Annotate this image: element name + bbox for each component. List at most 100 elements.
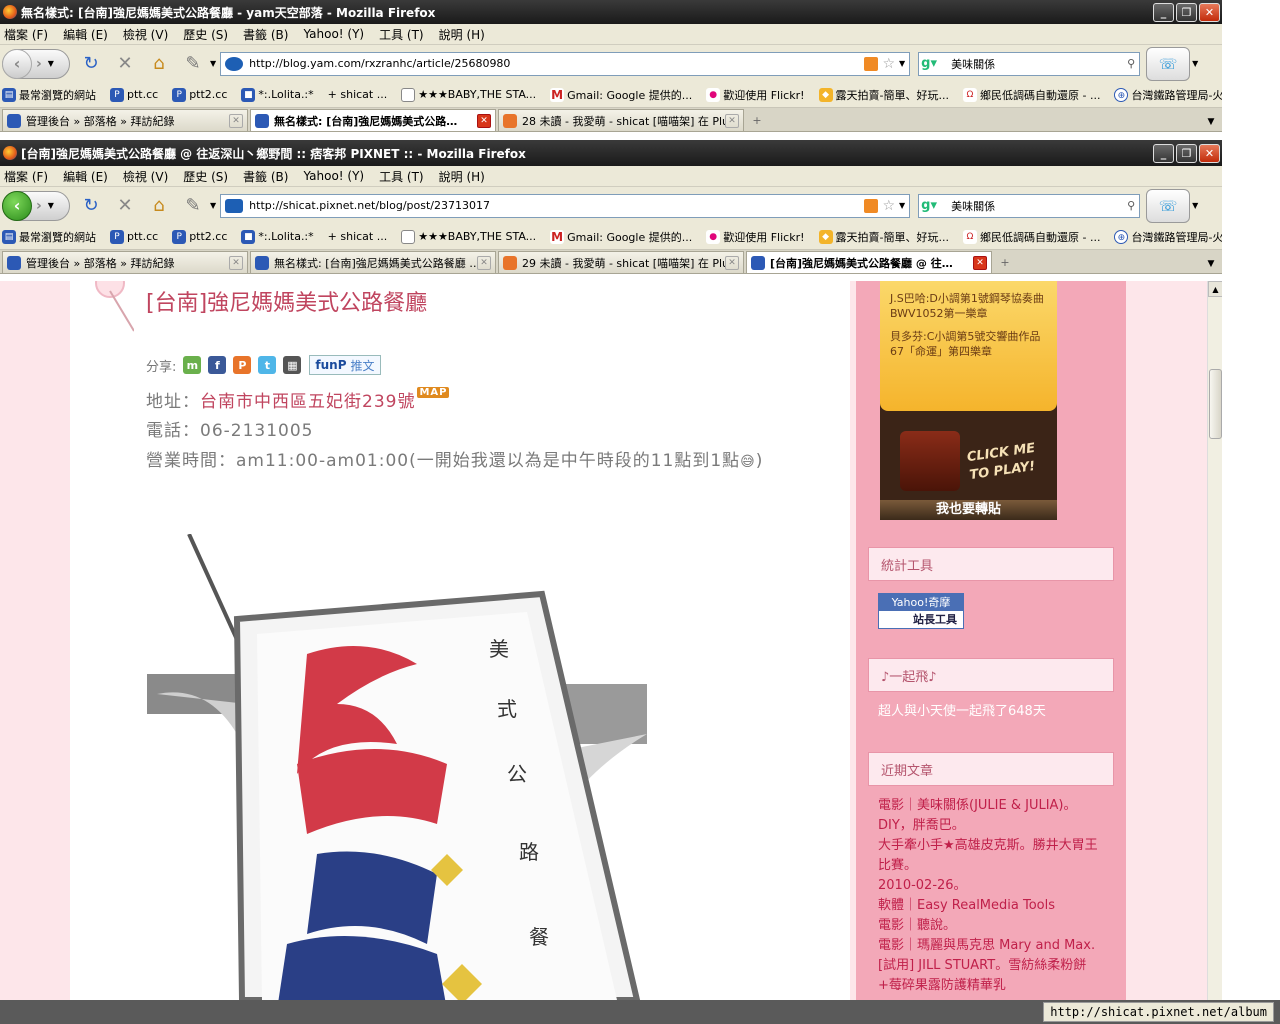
search-magnifier-icon[interactable]: ⚲ — [1127, 199, 1135, 212]
bookmark-star-icon[interactable]: ☆ — [882, 198, 895, 214]
close-window-button[interactable]: ✕ — [1199, 2, 1220, 22]
close-tab-icon[interactable]: ✕ — [973, 255, 987, 270]
bookmark-item[interactable]: Ω 鄉民低調碼自動還原 - ... — [963, 87, 1100, 103]
menu-view[interactable]: 檢視 (V) — [123, 168, 168, 185]
maximize-button[interactable]: ❐ — [1176, 143, 1197, 163]
menu-history[interactable]: 歷史 (S) — [183, 26, 228, 43]
bookmark-item[interactable]: Ω 鄉民低調碼自動還原 - ... — [963, 229, 1100, 245]
yahoo-webmaster-badge[interactable]: Yahoo!奇摩 站長工具 — [878, 593, 964, 629]
tab-admin[interactable]: 管理後台 » 部落格 » 拜訪紀錄 ✕ — [2, 251, 248, 273]
click-to-play-label[interactable]: CLICK ME TO PLAY! — [966, 437, 1059, 485]
forward-button[interactable]: › — [36, 198, 42, 214]
addon-icon[interactable]: ✎ — [179, 192, 207, 220]
rss-icon[interactable] — [864, 198, 879, 213]
menu-file[interactable]: 檔案 (F) — [4, 26, 48, 43]
close-tab-icon[interactable]: ✕ — [229, 255, 243, 270]
skype-button[interactable]: ☏ — [1146, 188, 1191, 223]
bookmark-item[interactable]: ▤ 最常瀏覽的網站 — [2, 229, 96, 245]
facebook-share-icon[interactable]: f — [208, 356, 227, 374]
bookmark-item[interactable]: Pptt2.cc — [172, 229, 227, 244]
menu-tools[interactable]: 工具 (T) — [379, 26, 424, 43]
menu-bookmarks[interactable]: 書籤 (B) — [243, 168, 288, 185]
bookmark-item[interactable]: ◆ 露天拍賣-簡單、好玩... — [818, 87, 949, 103]
bookmark-item[interactable]: ● 歡迎使用 Flickr! — [706, 229, 805, 245]
menu-yahoo[interactable]: Yahoo! (Y) — [303, 27, 364, 41]
maximize-button[interactable]: ❐ — [1176, 2, 1197, 22]
close-tab-icon[interactable]: ✕ — [725, 255, 739, 270]
plurk-share-icon[interactable]: m — [183, 356, 202, 374]
scroll-thumb[interactable] — [1209, 369, 1222, 439]
bookmark-item[interactable]: Pptt.cc — [110, 229, 158, 244]
close-tab-icon[interactable]: ✕ — [477, 255, 491, 270]
close-tab-icon[interactable]: ✕ — [229, 113, 243, 128]
scroll-up-icon[interactable]: ▲ — [1208, 281, 1223, 297]
tab-pixnet-article[interactable]: [台南]強尼媽媽美式公路餐廳 @ 往… ✕ — [746, 251, 992, 273]
bookmark-item[interactable]: + shicat ... — [328, 88, 388, 101]
tab-plurk[interactable]: 29 未讀 - 我愛萌 - shicat [喵喵架] 在 Plu… ✕ — [498, 251, 744, 273]
search-input[interactable]: 美味關係 — [951, 56, 1127, 72]
menu-view[interactable]: 檢視 (V) — [123, 26, 168, 43]
url-dropdown-icon[interactable]: ▼ — [899, 59, 905, 68]
minimize-button[interactable]: _ — [1153, 2, 1174, 22]
recent-post-link[interactable]: 大手牽小手★高雄皮克斯。勝井大胃王比賽。 — [878, 836, 1104, 876]
bookmark-star-icon[interactable]: ☆ — [882, 56, 895, 72]
menu-help[interactable]: 說明 (H) — [439, 168, 485, 185]
url-bar[interactable]: http://blog.yam.com/rxzranhc/article/256… — [220, 51, 911, 76]
tab-yam-article[interactable]: 無名樣式: [台南]強尼媽媽美式公路餐廳 … ✕ — [250, 251, 496, 273]
recent-post-link[interactable]: 電影｜美味關係(JULIE & JULIA)。 — [878, 796, 1104, 816]
search-box[interactable]: g▾ 美味關係 ⚲ — [918, 51, 1141, 76]
back-button[interactable]: ‹ — [2, 48, 32, 79]
bookmark-item[interactable]: Pptt2.cc — [172, 87, 227, 102]
menu-bookmarks[interactable]: 書籤 (B) — [243, 26, 288, 43]
bookmark-item[interactable]: M Gmail: Google 提供的... — [550, 229, 692, 245]
skype-button[interactable]: ☏ — [1146, 46, 1191, 81]
recent-post-link[interactable]: 軟體｜Easy RealMedia Tools — [878, 896, 1104, 916]
title-bar[interactable]: 無名樣式: [台南]強尼媽媽美式公路餐廳 - yam天空部落 - Mozilla… — [0, 0, 1222, 24]
track-item[interactable]: J.S巴哈:D小調第1號鋼琴協奏曲BWV1052第一樂章 — [890, 291, 1047, 321]
bookmark-item[interactable]: ★★★BABY,THE STA... — [401, 229, 536, 244]
menu-tools[interactable]: 工具 (T) — [379, 168, 424, 185]
bookmark-item[interactable]: ▤ 最常瀏覽的網站 — [2, 87, 96, 103]
bookmark-item[interactable]: ● 歡迎使用 Flickr! — [706, 87, 805, 103]
search-magnifier-icon[interactable]: ⚲ — [1127, 57, 1135, 70]
search-engine-icon[interactable]: g▾ — [921, 198, 951, 213]
bookmark-item[interactable]: Pptt.cc — [110, 87, 158, 102]
map-badge[interactable]: MAP — [417, 387, 450, 398]
addon-dropdown-icon[interactable]: ▼ — [210, 59, 216, 68]
history-dropdown-icon[interactable]: ▼ — [48, 59, 54, 68]
bookmark-item[interactable]: ★★★BABY,THE STA... — [401, 87, 536, 102]
post-title[interactable]: [台南]強尼媽媽美式公路餐廳 — [146, 285, 427, 317]
skype-dropdown-icon[interactable]: ▼ — [1192, 59, 1198, 68]
menu-yahoo[interactable]: Yahoo! (Y) — [303, 169, 364, 183]
music-box-widget[interactable]: J.S巴哈:D小調第1號鋼琴協奏曲BWV1052第一樂章 貝多芬:C小調第5號交… — [880, 281, 1057, 520]
bookmark-item[interactable]: ◆ 露天拍賣-簡單、好玩... — [818, 229, 949, 245]
recent-post-link[interactable]: 電影｜瑪麗與馬克思 Mary and Max. — [878, 936, 1104, 956]
close-tab-icon[interactable]: ✕ — [477, 113, 491, 128]
bookmark-item[interactable]: ■ *:.Lolita.:* — [241, 87, 314, 102]
bookmark-item[interactable]: ⊕台灣鐵路管理局-火車... — [1114, 229, 1222, 245]
menu-file[interactable]: 檔案 (F) — [4, 168, 48, 185]
new-tab-button[interactable]: + — [994, 251, 1016, 273]
menu-history[interactable]: 歷史 (S) — [183, 168, 228, 185]
tab-list-icon[interactable]: ▼ — [1200, 117, 1222, 131]
addon-dropdown-icon[interactable]: ▼ — [210, 201, 216, 210]
plurk-p-share-icon[interactable]: P — [233, 356, 252, 374]
tab-list-icon[interactable]: ▼ — [1200, 259, 1222, 273]
bookmark-item[interactable]: + shicat ... — [328, 230, 388, 243]
history-dropdown-icon[interactable]: ▼ — [48, 201, 54, 210]
menu-help[interactable]: 說明 (H) — [439, 26, 485, 43]
new-tab-button[interactable]: + — [746, 109, 768, 131]
url-bar[interactable]: http://shicat.pixnet.net/blog/post/23713… — [220, 193, 911, 218]
tab-yam-article[interactable]: 無名樣式: [台南]強尼媽媽美式公路… ✕ — [250, 109, 496, 131]
rss-icon[interactable] — [864, 56, 879, 71]
home-icon[interactable]: ⌂ — [145, 192, 173, 220]
delicious-share-icon[interactable]: ▦ — [283, 356, 302, 374]
minimize-button[interactable]: _ — [1153, 143, 1174, 163]
forward-button[interactable]: › — [36, 56, 42, 72]
recent-post-link[interactable]: [試用] JILL STUART。雪紡絲柔粉餅+莓碎果露防護精華乳 — [878, 956, 1104, 996]
home-icon[interactable]: ⌂ — [145, 50, 173, 78]
close-window-button[interactable]: ✕ — [1199, 143, 1220, 163]
stop-icon[interactable]: ✕ — [111, 192, 139, 220]
bookmark-item[interactable]: ■ *:.Lolita.:* — [241, 229, 314, 244]
address-link[interactable]: 台南市中西區五妃街239號 — [200, 392, 415, 412]
